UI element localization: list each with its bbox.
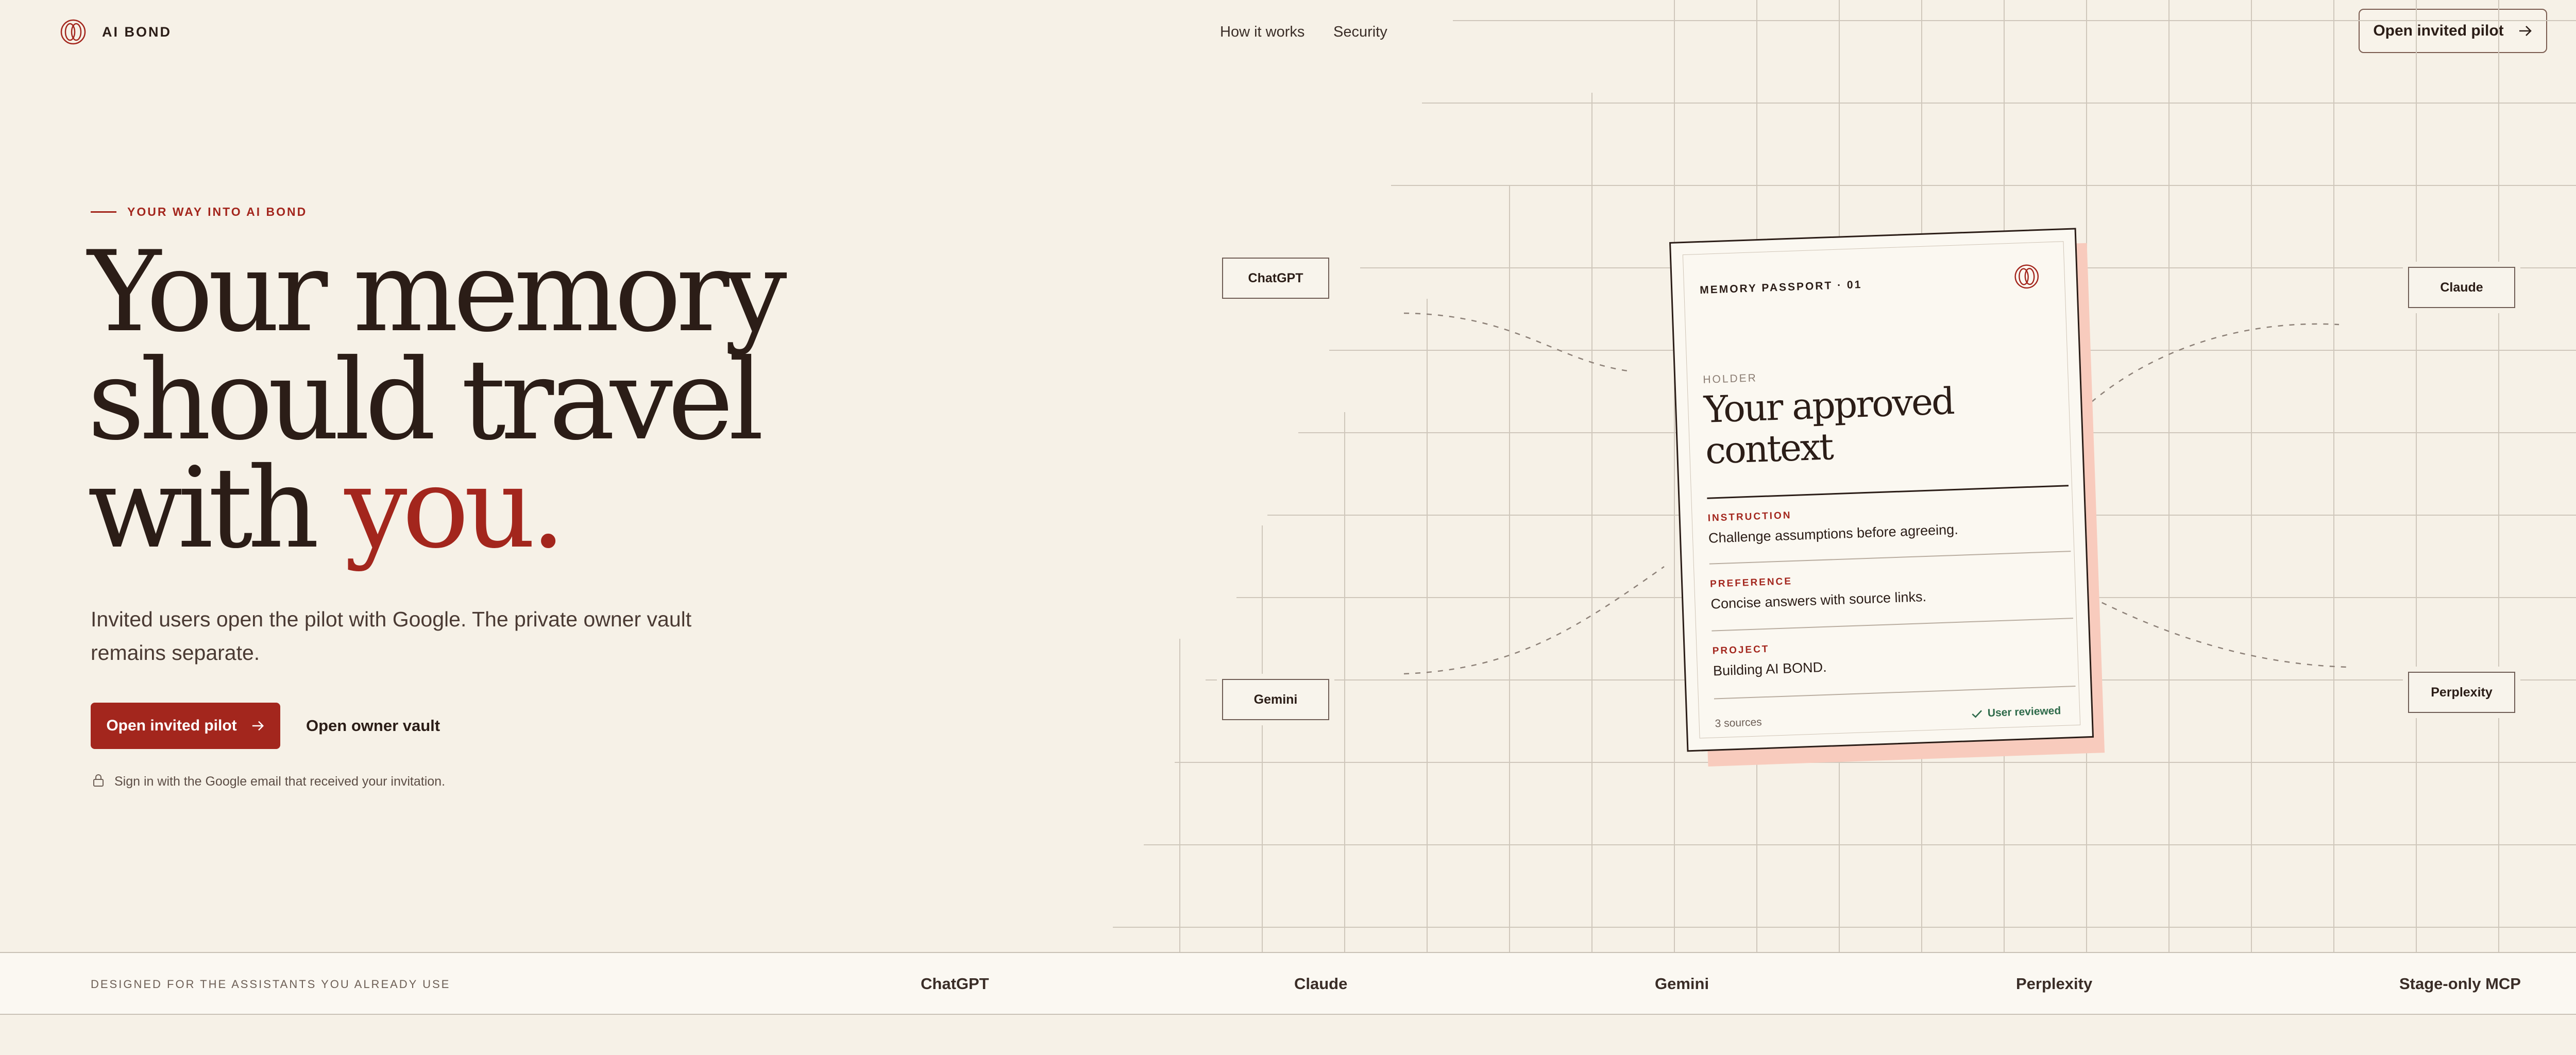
field-label-project: PROJECT [1712,643,1770,657]
holder-label: HOLDER [1702,372,1758,386]
chip-gemini: Gemini [1222,679,1329,720]
user-reviewed-badge: User reviewed [1971,705,2061,720]
field-value-project: Building AI BOND. [1713,659,1827,679]
hero-headline: Your memory should travel with you. [88,236,809,564]
card-divider [1707,485,2069,499]
holder-value: Your approved context [1703,379,1954,472]
strip-label: DESIGNED FOR THE ASSISTANTS YOU ALREADY … [91,978,451,991]
headline-line-3a: with [88,444,345,573]
brand-name[interactable]: AI BOND [102,23,172,41]
field-label-instruction: INSTRUCTION [1707,510,1792,524]
field-value-instruction: Challenge assumptions before agreeing. [1708,521,1959,546]
field-divider [1709,551,2071,565]
strip-item-chatgpt: ChatGPT [921,975,989,993]
field-divider [1711,618,2073,632]
open-owner-vault-link[interactable]: Open owner vault [306,717,440,735]
chip-claude: Claude [2408,267,2515,308]
field-divider [1714,686,2076,700]
check-icon [1972,710,1982,719]
open-invited-pilot-button[interactable]: Open invited pilot [91,703,280,749]
headline-accent: you. [344,444,566,573]
logo-icon [2014,264,2039,289]
card-title: MEMORY PASSPORT · 01 [1699,278,1862,296]
chip-perplexity: Perplexity [2408,672,2515,713]
strip-item-stage-only-mcp: Stage-only MCP [2399,975,2521,993]
eyebrow-rule [91,211,116,213]
lock-icon [93,774,104,787]
logo-icon[interactable] [60,19,87,45]
chip-chatgpt: ChatGPT [1222,258,1329,299]
sources-count: 3 sources [1715,716,1762,730]
field-value-preference: Concise answers with source links. [1710,589,1927,612]
card-body: MEMORY PASSPORT · 01 HOLDER Your approve… [1669,228,2094,752]
reviewed-label: User reviewed [1987,705,2061,719]
hero-subtitle: Invited users open the pilot with Google… [91,607,692,665]
strip-item-perplexity: Perplexity [2016,975,2093,993]
strip-item-claude: Claude [1294,975,1348,993]
field-label-preference: PREFERENCE [1709,576,1793,590]
card-inner-border: MEMORY PASSPORT · 01 HOLDER Your approve… [1682,241,2081,739]
hero-eyebrow: YOUR WAY INTO AI BOND [127,205,308,218]
strip-item-gemini: Gemini [1655,975,1709,993]
signin-note: Sign in with the Google email that recei… [114,774,446,789]
memory-passport-card: MEMORY PASSPORT · 01 HOLDER Your approve… [1669,228,2105,767]
primary-button-label: Open invited pilot [106,717,237,734]
arrow-right-icon [252,721,264,731]
